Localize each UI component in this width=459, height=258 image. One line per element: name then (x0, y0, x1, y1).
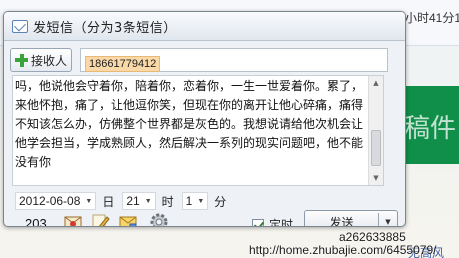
chevron-down-icon: ▼ (197, 197, 205, 205)
watermark-url: http://home.zhubajie.com/6455079/ (249, 243, 437, 257)
mail-icon[interactable] (63, 212, 83, 227)
send-label: 发送 (329, 215, 354, 227)
message-textarea[interactable]: 吗，他说他会守着你，陪着你，恋着你，一生一世爱着你。累了，来他怀抱，痛了，让他逗… (12, 75, 384, 186)
minute-value: 1 (185, 194, 193, 208)
envelope-icon[interactable] (118, 212, 138, 227)
hour-value: 21 (126, 194, 140, 208)
select-recipient-button[interactable]: 接收人 (10, 48, 72, 72)
sms-icon (12, 19, 28, 33)
recipient-row: 接收人 18661779412 (10, 48, 388, 72)
send-button[interactable]: 发送 ▼ (304, 210, 398, 227)
watermark-id: a262633885 (339, 230, 406, 244)
send-sms-dialog: 发短信（分为3条短信） 接收人 18661779412 吗，他说他会守着你，陪着… (3, 11, 406, 227)
recipient-chip[interactable]: 18661779412 (85, 56, 161, 72)
background-time-text: 小时41分1 (405, 11, 459, 25)
date-value: 2012-06-08 (19, 194, 81, 208)
chevron-down-icon: ▼ (144, 197, 152, 205)
minute-label: 分 (214, 194, 227, 209)
scheduled-send-checkbox[interactable] (252, 218, 264, 226)
dialog-title: 发短信（分为3条短信） (33, 20, 177, 36)
dialog-titlebar[interactable]: 发短信（分为3条短信） (4, 12, 405, 41)
scroll-down-arrow-icon[interactable]: ▼ (369, 171, 383, 185)
scroll-up-arrow-icon[interactable]: ▲ (369, 76, 383, 90)
chevron-down-icon: ▼ (85, 197, 93, 205)
scroll-thumb[interactable] (371, 130, 381, 166)
scheduled-send-toggle[interactable]: 定时 (252, 216, 294, 227)
dialog-footer: 203 定时 发送 ▼ (4, 208, 405, 227)
hour-label: 时 (161, 194, 174, 209)
edit-icon[interactable] (90, 212, 110, 227)
message-text: 吗，他说他会守着你，陪着你，恋着你，一生一世爱着你。累了，来他怀抱，痛了，让他逗… (15, 79, 364, 169)
scheduled-send-label: 定时 (269, 218, 294, 227)
plus-icon (14, 53, 28, 67)
recipient-input[interactable]: 18661779412 (80, 48, 388, 72)
settings-gear-icon[interactable] (149, 212, 169, 227)
select-recipient-label: 接收人 (30, 53, 67, 68)
message-scrollbar[interactable]: ▲ ▼ (368, 76, 383, 185)
char-count: 203 (25, 216, 47, 227)
background-green-text: 稿件 (404, 114, 457, 144)
send-options-chevron-icon[interactable]: ▼ (379, 218, 397, 226)
day-label: 日 (102, 194, 115, 209)
